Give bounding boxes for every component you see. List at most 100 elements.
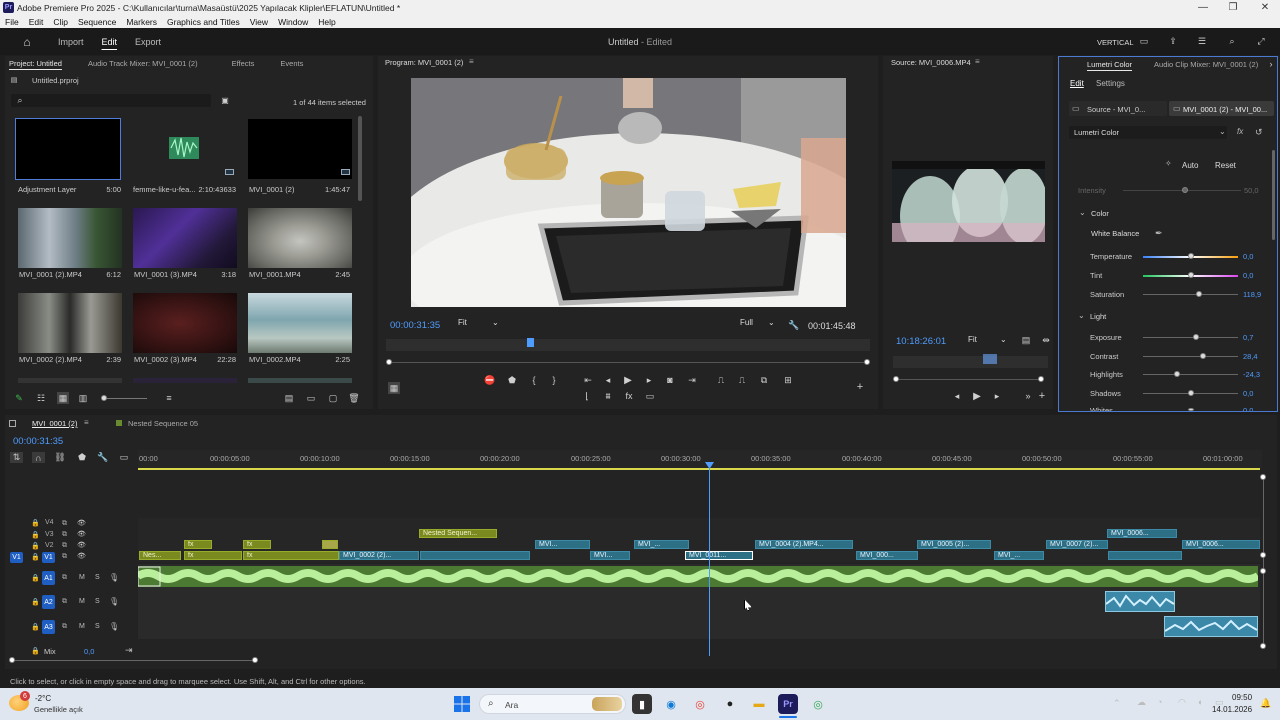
- more-panels-icon[interactable]: ›: [1267, 59, 1275, 69]
- track-lock-icon[interactable]: 🔒: [31, 623, 40, 631]
- source-video-frame[interactable]: [892, 161, 1045, 242]
- sort-icon[interactable]: ≡: [163, 392, 175, 404]
- trim-icon[interactable]: ⌊: [581, 390, 593, 402]
- solo-button[interactable]: S: [95, 623, 100, 630]
- track-a2-label[interactable]: A2: [42, 595, 55, 609]
- auto-button[interactable]: Auto: [1182, 161, 1198, 170]
- wrench-icon[interactable]: 🔧: [788, 319, 800, 331]
- vr-icon[interactable]: ⊞: [782, 374, 794, 386]
- track-lock-icon[interactable]: 🔒: [31, 598, 40, 606]
- track-lock-icon[interactable]: 🔒: [31, 542, 40, 550]
- highlights-knob[interactable]: [1174, 371, 1180, 377]
- intensity-knob[interactable]: [1182, 187, 1188, 193]
- volume-icon[interactable]: ◖: [1197, 697, 1202, 707]
- tab-import[interactable]: Import: [58, 37, 84, 47]
- go-to-out-icon[interactable]: ⇥: [686, 374, 698, 386]
- add-button-icon[interactable]: +: [1036, 390, 1048, 402]
- button-editor-icon[interactable]: ▦: [388, 382, 400, 394]
- tint-knob[interactable]: [1188, 272, 1194, 278]
- v1-source-patch[interactable]: V1: [10, 552, 23, 563]
- clip-v1-graphic[interactable]: fx: [243, 551, 339, 560]
- pencil-icon[interactable]: ✎: [13, 392, 25, 404]
- saturation-track[interactable]: [1143, 294, 1238, 295]
- mark-in-icon[interactable]: {: [528, 374, 540, 386]
- premiere-taskbar-icon[interactable]: Pr: [778, 694, 798, 714]
- camera-icon[interactable]: ◙: [664, 374, 676, 386]
- icon-view-icon[interactable]: ▦: [57, 392, 69, 404]
- zoom-slider-knob[interactable]: [101, 395, 107, 401]
- clip-a3-audio[interactable]: [1164, 616, 1258, 637]
- menu-help[interactable]: Help: [318, 17, 335, 27]
- program-timecode[interactable]: 00:00:31:35: [390, 320, 440, 331]
- source-time-ruler[interactable]: [893, 356, 1048, 368]
- track-v1-label[interactable]: V1: [42, 552, 55, 563]
- clip-v1-mvi0002[interactable]: MVI_0002 (2)...: [339, 551, 419, 560]
- clip-v1-mvi0011-selected[interactable]: MVI_0011...: [685, 551, 753, 560]
- onedrive-icon[interactable]: ☁: [1137, 697, 1146, 708]
- tab-audio-mixer[interactable]: Audio Track Mixer: MVI_0001 (2): [88, 59, 198, 68]
- lumetri-scrollbar[interactable]: [1272, 150, 1275, 240]
- clip-v2-mvi0005[interactable]: MVI_0005 (2)...: [917, 540, 991, 549]
- freeform-view-icon[interactable]: ▥: [77, 392, 89, 404]
- project-item-adjustment-layer[interactable]: [15, 118, 121, 180]
- network-icon[interactable]: ◔: [1157, 697, 1162, 707]
- project-item-mvi0002-2[interactable]: [18, 293, 122, 353]
- program-fit-dropdown[interactable]: Fit ⌄: [458, 318, 503, 331]
- temperature-knob[interactable]: [1188, 253, 1194, 259]
- extract-icon[interactable]: ⎍: [736, 374, 748, 386]
- program-video-frame[interactable]: [411, 78, 846, 307]
- timeline-zoom-start[interactable]: [9, 657, 15, 663]
- solo-button[interactable]: S: [95, 598, 100, 605]
- effect-select[interactable]: Lumetri Color ⌄: [1069, 126, 1227, 139]
- track-lock-icon[interactable]: 🔒: [31, 531, 40, 539]
- home-icon[interactable]: ⌂: [20, 35, 34, 49]
- project-item-mvi0001-3[interactable]: [133, 208, 237, 268]
- light-section-title[interactable]: Light: [1090, 312, 1106, 321]
- new-bin-icon[interactable]: ▣: [220, 95, 230, 105]
- vscroll-knob[interactable]: [1260, 474, 1266, 480]
- trash-icon[interactable]: 🗑: [348, 392, 360, 404]
- project-item-mvi0002-3[interactable]: [133, 293, 237, 353]
- clip-v2-mvi0004[interactable]: MVI_0004 (2).MP4...: [755, 540, 853, 549]
- mute-button[interactable]: M: [79, 598, 85, 605]
- microphone-icon[interactable]: 🎙: [109, 573, 119, 582]
- frame-icon[interactable]: ▭: [1138, 36, 1150, 47]
- reset-button[interactable]: Reset: [1215, 161, 1236, 170]
- play-icon[interactable]: ▶: [971, 390, 983, 402]
- timeline-zoom-bar[interactable]: [13, 660, 255, 661]
- minimize-button[interactable]: —: [1188, 0, 1218, 15]
- timeline-timecode[interactable]: 00:00:31:35: [13, 436, 63, 447]
- clock-time[interactable]: 09:50: [1232, 693, 1252, 702]
- contrast-knob[interactable]: [1200, 353, 1206, 359]
- panel-menu-icon[interactable]: ≡: [469, 57, 474, 66]
- step-forward-icon[interactable]: ▸: [991, 390, 1003, 402]
- clip-v1-mvi[interactable]: [1108, 551, 1182, 560]
- snap-icon[interactable]: ∩: [32, 452, 45, 463]
- saturation-value[interactable]: 118,9: [1243, 290, 1261, 299]
- color-section-title[interactable]: Color: [1091, 209, 1109, 218]
- track-a3-label[interactable]: A3: [42, 620, 55, 634]
- clip-v2-graphic[interactable]: fx: [243, 540, 271, 549]
- automate-icon[interactable]: ▤: [283, 392, 295, 404]
- chevron-down-icon[interactable]: ⌄: [1079, 208, 1086, 217]
- source-zoom-bar[interactable]: [898, 379, 1041, 380]
- menu-markers[interactable]: Markers: [126, 17, 157, 27]
- play-icon[interactable]: ▶: [622, 374, 634, 386]
- clip-v1-graphic[interactable]: fx: [184, 551, 242, 560]
- vscroll-knob[interactable]: [1260, 568, 1266, 574]
- exposure-value[interactable]: 0,7: [1243, 333, 1253, 342]
- track-lane-v3[interactable]: [138, 529, 1260, 540]
- track-sync-icon[interactable]: ⧉: [62, 623, 67, 631]
- solo-button[interactable]: S: [95, 574, 100, 581]
- align-icon[interactable]: ⩩: [602, 390, 614, 402]
- program-quality-dropdown[interactable]: Full ⌄: [740, 318, 780, 331]
- track-lane-v4[interactable]: [138, 518, 1260, 529]
- add-marker-icon[interactable]: ⛔: [484, 374, 496, 386]
- clip-source-tab[interactable]: ▭ Source - MVI_0...: [1069, 101, 1167, 116]
- add-marker-icon[interactable]: ⬟: [76, 452, 88, 463]
- program-zoom-start[interactable]: [386, 359, 392, 365]
- chrome-icon[interactable]: ◎: [690, 694, 710, 714]
- subtab-settings[interactable]: Settings: [1096, 79, 1125, 88]
- vscroll-knob[interactable]: [1260, 643, 1266, 649]
- saturation-knob[interactable]: [1196, 291, 1202, 297]
